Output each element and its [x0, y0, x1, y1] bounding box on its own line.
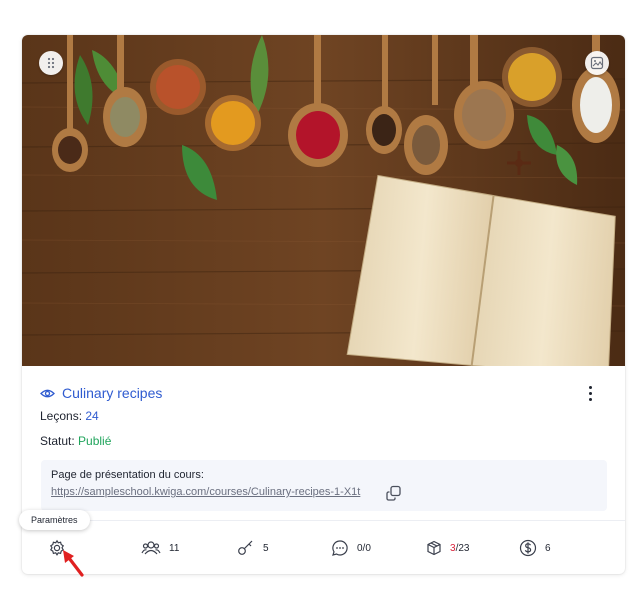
presentation-page-label: Page de présentation du cours: — [51, 469, 204, 481]
key-icon — [238, 540, 253, 555]
course-cover-image — [22, 35, 625, 366]
users-icon — [141, 541, 161, 555]
lessons-label: Leçons: — [40, 409, 83, 423]
modules-progress: 3/23 — [450, 543, 469, 554]
course-title-link[interactable]: Culinary recipes — [40, 385, 162, 401]
dollar-icon — [519, 539, 537, 557]
course-status: Statut: Publié — [40, 434, 111, 448]
modules-total: /23 — [455, 542, 470, 554]
status-badge: Publié — [78, 434, 112, 448]
eye-icon — [40, 389, 55, 397]
students-count: 11 — [169, 542, 180, 554]
keys-count: 5 — [263, 542, 269, 554]
settings-tooltip: Paramètres — [19, 510, 90, 530]
comment-icon — [332, 540, 348, 556]
presentation-page-link[interactable]: https://sampleschool.kwiga.com/courses/C… — [51, 486, 374, 498]
sales-count: 6 — [545, 542, 551, 554]
change-image-button[interactable] — [585, 51, 609, 75]
drag-handle-button[interactable] — [39, 51, 63, 75]
lessons-value: 24 — [85, 409, 99, 423]
comments-stat[interactable]: 0/0 — [331, 533, 371, 563]
access-keys-stat[interactable]: 5 — [237, 533, 269, 563]
arrow-pointer-icon — [63, 550, 84, 577]
more-vertical-icon — [588, 385, 592, 389]
course-card: Culinary recipes Leçons: 24 Statut: Publ… — [22, 35, 625, 574]
modules-stat[interactable]: 3/23 — [426, 533, 469, 563]
more-options-button[interactable] — [582, 382, 598, 404]
students-stat[interactable]: 11 — [141, 533, 179, 563]
comments-count: 0/0 — [357, 542, 371, 554]
image-icon — [590, 56, 604, 70]
copy-icon[interactable] — [385, 484, 403, 502]
lessons-count: Leçons: 24 — [40, 409, 99, 423]
cube-icon — [427, 540, 441, 556]
sales-stat[interactable]: 6 — [519, 533, 551, 563]
course-stats-bar: 11 5 0/0 3/23 6 — [22, 533, 625, 563]
presentation-page-box: Page de présentation du cours: https://s… — [41, 460, 607, 511]
course-title: Culinary recipes — [62, 385, 163, 401]
status-label: Statut: — [40, 434, 75, 448]
card-divider — [22, 520, 625, 521]
drag-handle-icon — [47, 57, 55, 69]
